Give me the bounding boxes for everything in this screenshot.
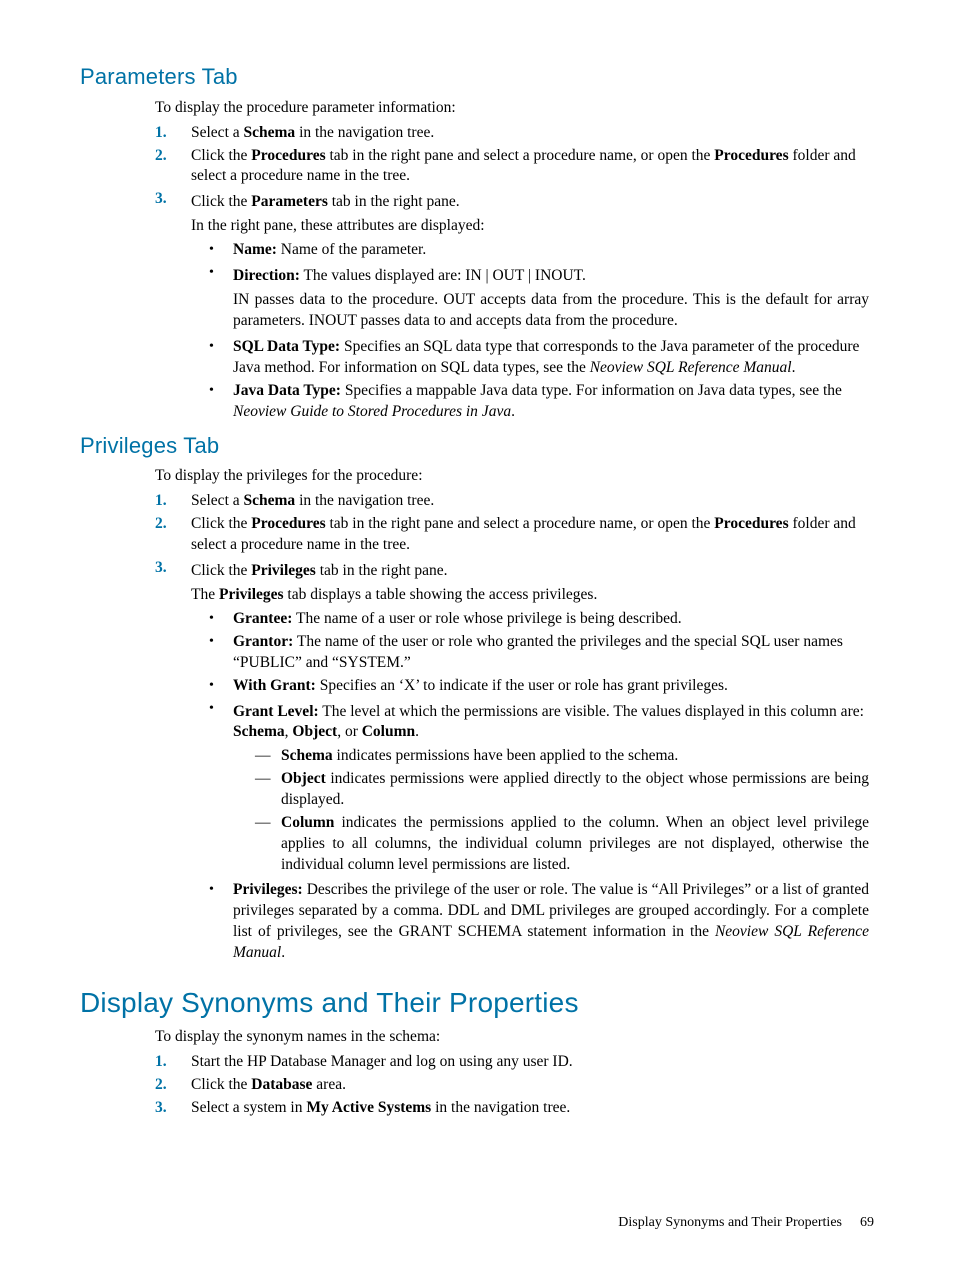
privileges-body: To display the privileges for the proced… [155, 466, 869, 965]
bullet-icon: • [209, 263, 233, 283]
privileges-intro: To display the privileges for the proced… [155, 466, 869, 487]
list-item: — Object indicates permissions were appl… [255, 769, 869, 811]
footer-page-number: 69 [860, 1215, 874, 1230]
bullet-icon: • [209, 240, 233, 260]
heading-privileges-tab: Privileges Tab [80, 431, 874, 461]
step-number: 2. [155, 146, 191, 167]
synonyms-steps: 1. Start the HP Database Manager and log… [155, 1052, 869, 1119]
parameters-intro: To display the procedure parameter infor… [155, 98, 869, 119]
list-item: 1. Start the HP Database Manager and log… [155, 1052, 869, 1073]
bullet-icon: • [209, 381, 233, 401]
list-item: • Grant Level: The level at which the pe… [209, 699, 869, 878]
dash-icon: — [255, 746, 281, 767]
list-item: 1. Select a Schema in the navigation tre… [155, 491, 869, 512]
parameters-attributes: • Name: Name of the parameter. • Directi… [209, 240, 869, 422]
step-number: 1. [155, 491, 191, 512]
step-body: Click the Parameters tab in the right pa… [191, 189, 869, 424]
bullet-icon: • [209, 609, 233, 629]
list-item: • Direction: The values displayed are: I… [209, 263, 869, 335]
heading-parameters-tab: Parameters Tab [80, 62, 874, 92]
list-item: 3. Click the Privileges tab in the right… [155, 558, 869, 966]
list-item: • SQL Data Type: Specifies an SQL data t… [209, 337, 869, 379]
list-item: 3. Click the Parameters tab in the right… [155, 189, 869, 424]
list-item: • Grantor: The name of the user or role … [209, 632, 869, 674]
list-item: • Name: Name of the parameter. [209, 240, 869, 261]
step-number: 1. [155, 1052, 191, 1073]
page: Parameters Tab To display the procedure … [0, 0, 954, 1271]
bullet-icon: • [209, 880, 233, 900]
list-item: • Privileges: Describes the privilege of… [209, 880, 869, 964]
dash-icon: — [255, 769, 281, 790]
list-item: 2. Click the Procedures tab in the right… [155, 146, 869, 188]
parameters-steps: 1. Select a Schema in the navigation tre… [155, 123, 869, 425]
step-number: 3. [155, 189, 191, 210]
list-item: • With Grant: Specifies an ‘X’ to indica… [209, 676, 869, 697]
list-item: 1. Select a Schema in the navigation tre… [155, 123, 869, 144]
step-body: Click the Procedures tab in the right pa… [191, 146, 869, 188]
synonyms-intro: To display the synonym names in the sche… [155, 1027, 869, 1048]
list-item: — Column indicates the permissions appli… [255, 813, 869, 876]
step-number: 3. [155, 1098, 191, 1119]
list-item: 3. Select a system in My Active Systems … [155, 1098, 869, 1119]
step-number: 1. [155, 123, 191, 144]
privileges-steps: 1. Select a Schema in the navigation tre… [155, 491, 869, 965]
footer-section-title: Display Synonyms and Their Properties [618, 1215, 842, 1230]
bullet-icon: • [209, 676, 233, 696]
list-item: — Schema indicates permissions have been… [255, 746, 869, 767]
heading-display-synonyms: Display Synonyms and Their Properties [80, 984, 874, 1022]
parameters-body: To display the procedure parameter infor… [155, 98, 869, 425]
step-number: 2. [155, 514, 191, 535]
step-number: 2. [155, 1075, 191, 1096]
dash-icon: — [255, 813, 281, 834]
grant-level-sublist: — Schema indicates permissions have been… [255, 746, 869, 876]
bullet-icon: • [209, 337, 233, 357]
list-item: 2. Click the Database area. [155, 1075, 869, 1096]
bullet-icon: • [209, 699, 233, 719]
synonyms-body: To display the synonym names in the sche… [155, 1027, 869, 1119]
step-body: Select a Schema in the navigation tree. [191, 123, 869, 144]
list-item: • Grantee: The name of a user or role wh… [209, 609, 869, 630]
list-item: 2. Click the Procedures tab in the right… [155, 514, 869, 556]
step-number: 3. [155, 558, 191, 579]
bullet-icon: • [209, 632, 233, 652]
page-footer: Display Synonyms and Their Properties 69 [618, 1214, 874, 1233]
list-item: • Java Data Type: Specifies a mappable J… [209, 381, 869, 423]
privileges-attributes: • Grantee: The name of a user or role wh… [209, 609, 869, 964]
